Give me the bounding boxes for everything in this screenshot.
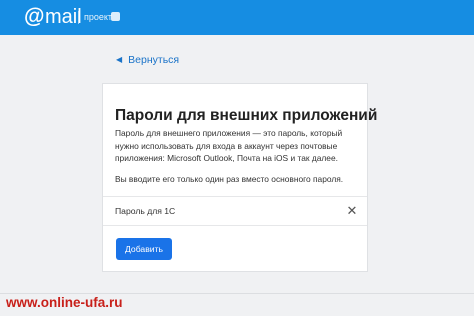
add-password-button[interactable]: Добавить: [116, 238, 172, 260]
top-bar: @ mail проект: [0, 0, 474, 35]
grid-badge-icon[interactable]: [111, 12, 120, 21]
logo-at-sign[interactable]: @: [24, 6, 44, 28]
page-title: Пароли для внешних приложений: [115, 107, 378, 125]
password-list-item: Пароль для 1С ✕: [103, 196, 367, 226]
logo-wordmark[interactable]: mail: [45, 6, 82, 28]
footer-divider: [0, 293, 474, 294]
watermark-text: www.online-ufa.ru: [6, 295, 123, 310]
app-passwords-card: Пароли для внешних приложений Пароль для…: [102, 83, 377, 272]
close-icon[interactable]: ✕: [346, 203, 358, 219]
card-note: Вы вводите его только один раз вместо ос…: [115, 174, 344, 184]
topbar-divider: [78, 11, 79, 24]
password-name: Пароль для 1С: [115, 206, 176, 216]
back-link[interactable]: ◀ Вернуться: [116, 53, 179, 67]
project-label[interactable]: проект: [84, 12, 112, 23]
card-description: Пароль для внешнего приложения — это пар…: [115, 128, 343, 163]
back-link-label: Вернуться: [128, 54, 180, 66]
back-arrow-icon: ◀: [116, 55, 123, 64]
